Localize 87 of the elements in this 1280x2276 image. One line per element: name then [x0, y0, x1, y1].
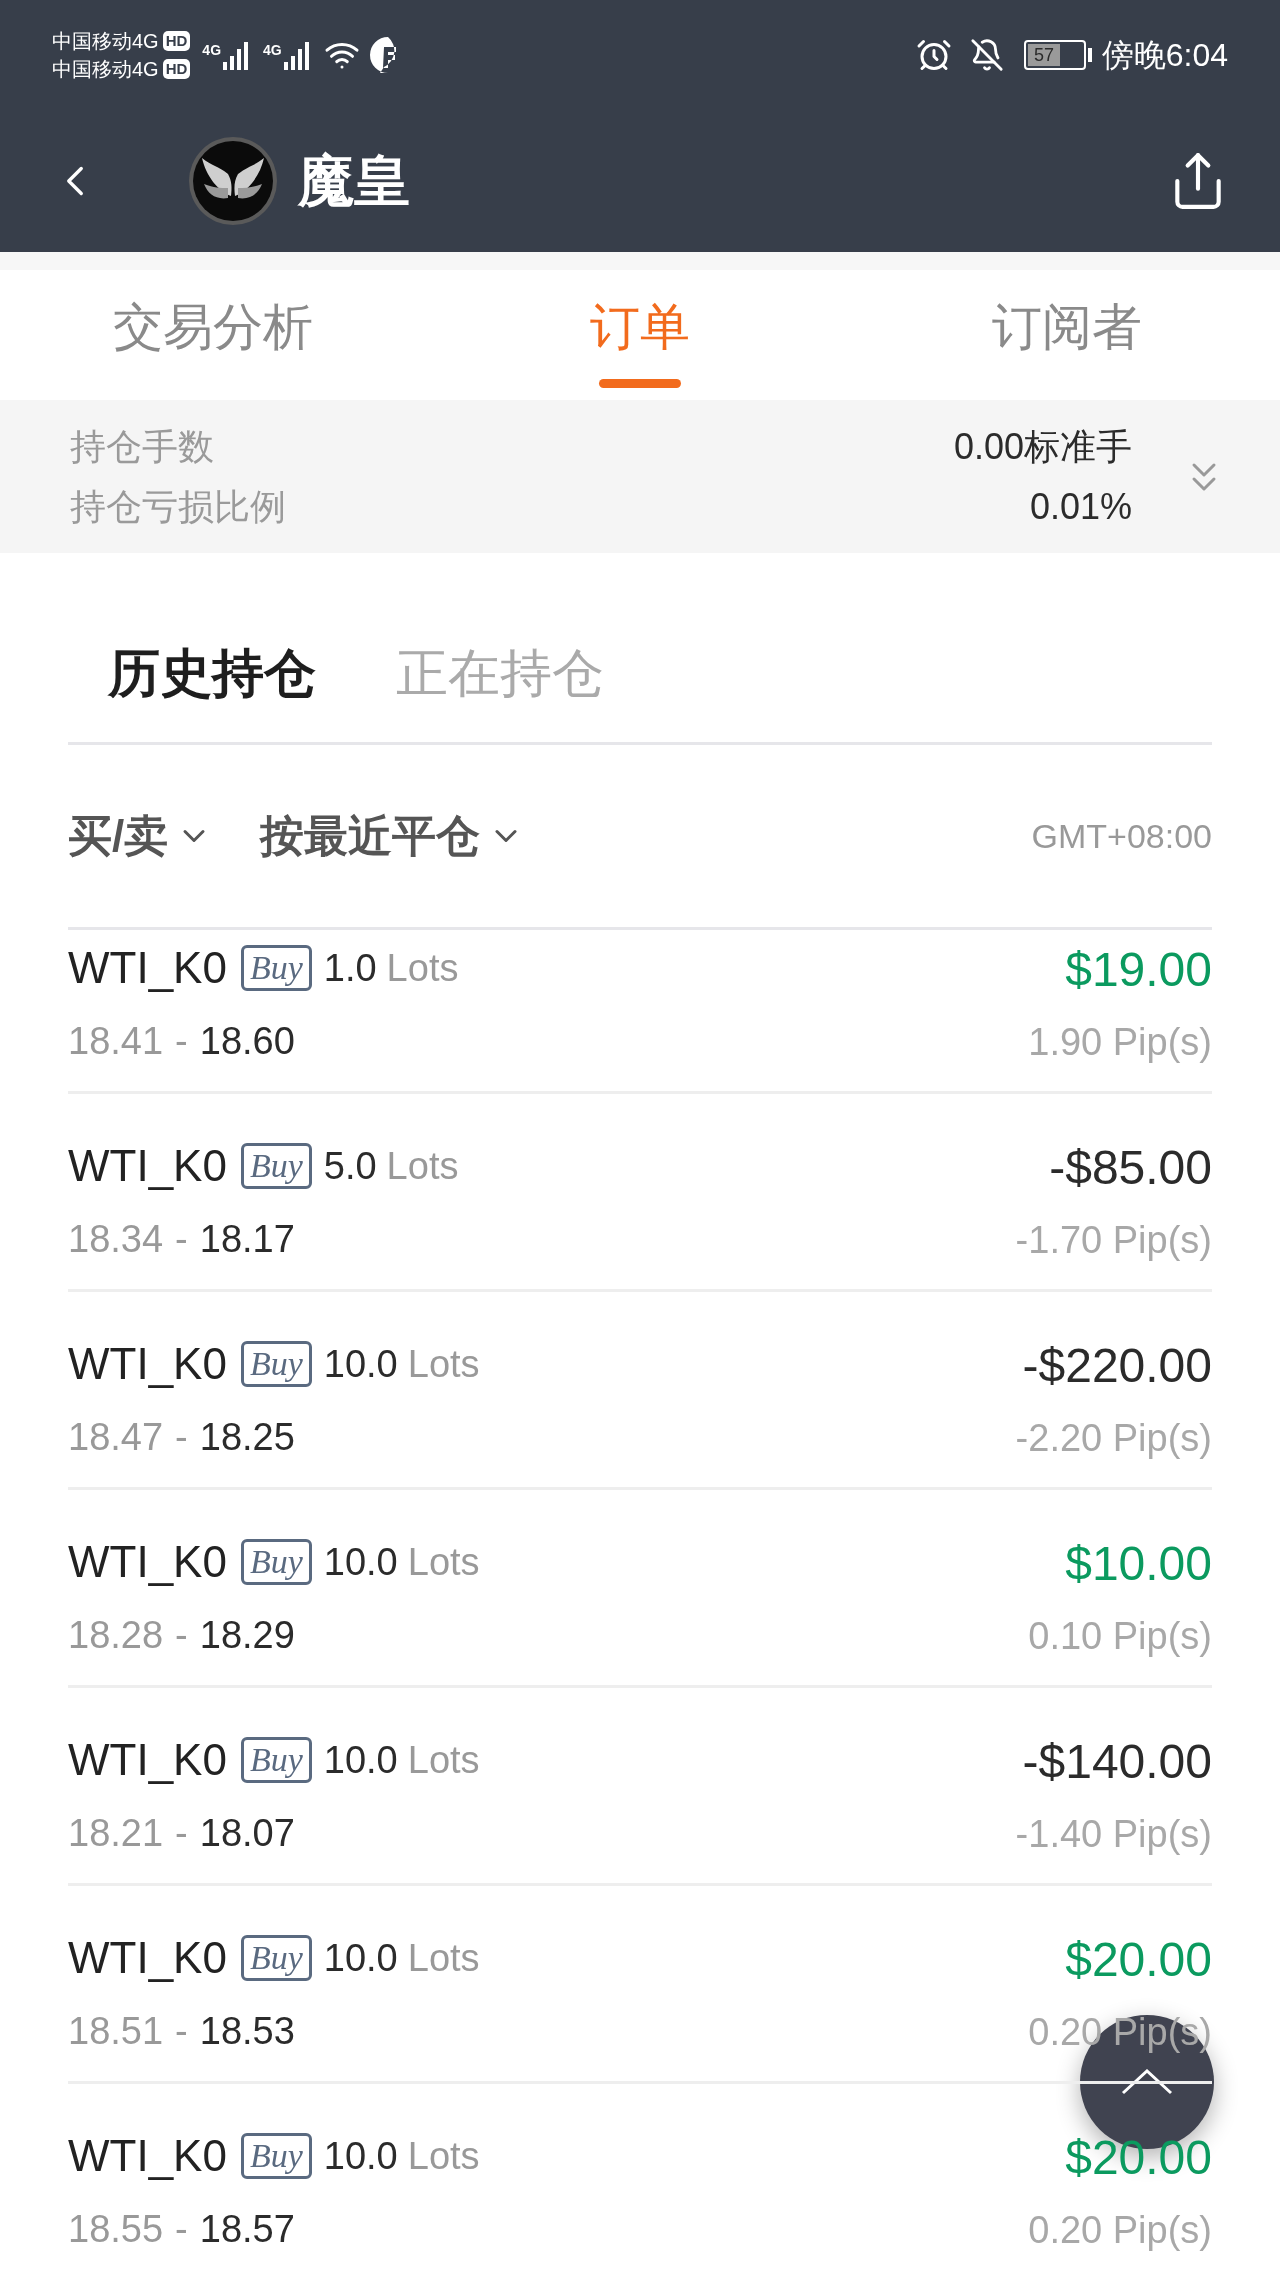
price-separator: -: [175, 2207, 188, 2252]
lots-value: 5.0: [323, 1143, 377, 1189]
profit-amount: -$140.00: [1022, 1734, 1212, 1790]
lots-unit: Lots: [386, 945, 459, 991]
close-price: 18.25: [199, 1415, 295, 1460]
page-title: 魔皇: [298, 148, 410, 214]
lots-unit: Lots: [407, 2133, 480, 2179]
profit-amount: -$220.00: [1022, 1338, 1212, 1394]
tab[interactable]: 订单: [426, 270, 854, 400]
close-price: 18.29: [199, 1613, 295, 1658]
symbol-name: WTI_K0: [68, 942, 227, 994]
clock-time: 傍晚6:04: [1101, 36, 1228, 75]
symbol-name: WTI_K0: [68, 1338, 227, 1390]
summary-label: 持仓亏损比例: [70, 484, 286, 529]
side-tag: Buy: [240, 945, 312, 991]
timezone-label: GMT+08:00: [1031, 815, 1212, 857]
price-separator: -: [175, 1613, 188, 1658]
signal-icon: [281, 40, 312, 70]
open-price: 18.47: [68, 1415, 164, 1460]
network-type: 4G: [263, 41, 282, 60]
lots-unit: Lots: [407, 1737, 480, 1783]
open-price: 18.21: [68, 1811, 164, 1856]
profit-amount: -$85.00: [1049, 1140, 1212, 1196]
price-separator: -: [175, 1217, 188, 1262]
pips-value: -1.70 Pip(s): [1015, 1218, 1212, 1263]
price-separator: -: [175, 1415, 188, 1460]
lots-value: 1.0: [323, 945, 377, 991]
pips-value: -1.40 Pip(s): [1015, 1812, 1212, 1857]
profit-amount: $10.00: [1065, 1536, 1212, 1592]
lots-unit: Lots: [386, 1143, 459, 1189]
lots-unit: Lots: [407, 1539, 480, 1585]
profit-amount: $20.00: [1065, 1932, 1212, 1988]
filter-dropdown[interactable]: 买/卖: [68, 803, 213, 869]
lots-value: 10.0: [323, 1935, 398, 1981]
subtab[interactable]: 正在持仓: [396, 633, 604, 712]
lots-value: 10.0: [323, 1539, 398, 1585]
hd-badge: HD: [162, 59, 191, 79]
pips-value: -2.20 Pip(s): [1015, 1416, 1212, 1461]
open-price: 18.34: [68, 1217, 164, 1262]
open-price: 18.55: [68, 2207, 164, 2252]
lots-value: 10.0: [323, 1341, 398, 1387]
side-tag: Buy: [240, 2133, 312, 2179]
side-tag: Buy: [240, 1935, 312, 1981]
hd-badge: HD: [162, 31, 191, 51]
summary-value: 0.00标准手: [953, 424, 1132, 469]
symbol-name: WTI_K0: [68, 1734, 227, 1786]
symbol-name: WTI_K0: [68, 2130, 227, 2182]
subtab[interactable]: 历史持仓: [108, 633, 316, 712]
chevron-up-icon: [1121, 2069, 1173, 2095]
pips-value: 0.10 Pip(s): [1028, 1614, 1212, 1659]
close-price: 18.07: [199, 1811, 295, 1856]
symbol-name: WTI_K0: [68, 1140, 227, 1192]
battery-level: 57: [1033, 46, 1054, 64]
summary-value: 0.01%: [1029, 484, 1132, 529]
alarm-icon: [915, 37, 952, 73]
open-price: 18.41: [68, 1019, 164, 1064]
close-price: 18.60: [199, 1019, 295, 1064]
pips-value: 1.90 Pip(s): [1028, 1020, 1212, 1065]
symbol-name: WTI_K0: [68, 1536, 227, 1588]
close-price: 18.17: [199, 1217, 295, 1262]
close-price: 18.53: [199, 2009, 295, 2054]
price-separator: -: [175, 2009, 188, 2054]
profit-amount: $19.00: [1065, 942, 1212, 998]
side-tag: Buy: [240, 1341, 312, 1387]
open-price: 18.28: [68, 1613, 164, 1658]
carrier-name: 中国移动4G: [52, 57, 159, 81]
carrier-name: 中国移动4G: [52, 29, 159, 53]
summary-label: 持仓手数: [70, 424, 214, 469]
open-price: 18.51: [68, 2009, 164, 2054]
side-tag: Buy: [240, 1143, 312, 1189]
lots-unit: Lots: [407, 1341, 480, 1387]
lots-unit: Lots: [407, 1935, 480, 1981]
price-separator: -: [175, 1811, 188, 1856]
symbol-name: WTI_K0: [68, 1932, 227, 1984]
side-tag: Buy: [240, 1737, 312, 1783]
network-type: 4G: [202, 41, 222, 60]
profit-amount: $20.00: [1065, 2130, 1212, 2186]
tab[interactable]: 订阅者: [853, 270, 1280, 400]
lots-value: 10.0: [323, 1737, 398, 1783]
tab[interactable]: 交易分析: [0, 270, 427, 400]
side-tag: Buy: [240, 1539, 312, 1585]
bell-off-icon: [969, 38, 1004, 72]
filter-dropdown[interactable]: 按最近平仓: [260, 803, 525, 869]
close-price: 18.57: [199, 2207, 295, 2252]
lots-value: 10.0: [323, 2133, 398, 2179]
pips-value: 0.20 Pip(s): [1028, 2208, 1212, 2253]
price-separator: -: [175, 1019, 188, 1064]
